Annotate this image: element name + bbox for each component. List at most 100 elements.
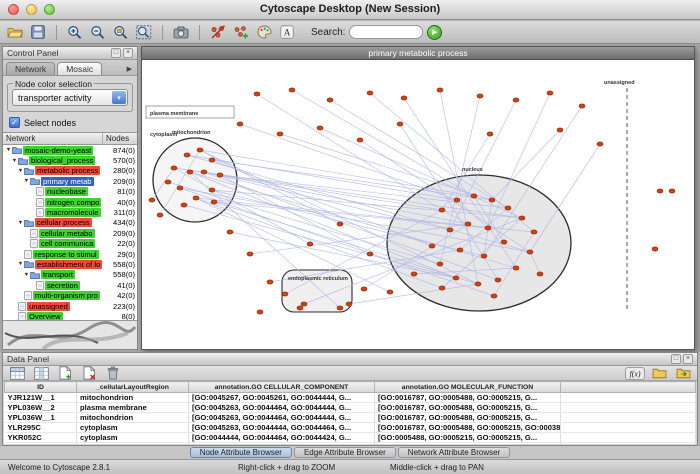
network-window-titlebar[interactable]: primary metabolic process: [142, 47, 694, 60]
document-icon: [30, 229, 38, 238]
table-row[interactable]: YPL036W__1mitochondrion[GO:0045263, GO:0…: [5, 413, 696, 423]
clear-attributes-icon[interactable]: [103, 364, 123, 383]
tree-row[interactable]: ▼biological_process570(0): [3, 155, 137, 165]
tab-mosaic[interactable]: Mosaic: [57, 62, 102, 75]
table-cell[interactable]: mitochondrion: [77, 413, 189, 423]
column-header[interactable]: annotation.GO MOLECULAR_FUNCTION: [375, 382, 561, 393]
table-cell[interactable]: mitochondrion: [77, 443, 189, 445]
column-header[interactable]: annotation.GO CELLULAR_COMPONENT: [189, 382, 375, 393]
network-overview-thumbnail[interactable]: [3, 320, 137, 349]
column-header[interactable]: _cellularLayoutRegion: [77, 382, 189, 393]
table-row[interactable]: YDR039C__1mitochondrion[GO:0044444, GO:0…: [5, 443, 696, 445]
tree-row[interactable]: unassigned223(0): [3, 301, 137, 311]
tree-row[interactable]: secretion41(0): [3, 280, 137, 290]
tree-row[interactable]: response to stimul29(0): [3, 249, 137, 259]
network-canvas[interactable]: plasma membranecytoplasmmitochondrionnuc…: [142, 60, 694, 349]
tab-network-attribute-browser[interactable]: Network Attribute Browser: [398, 447, 510, 458]
table-cell[interactable]: cytoplasm: [77, 423, 189, 433]
table-cell[interactable]: [GO:0045263, GO:0044464, GO:0044444, G..…: [189, 403, 375, 413]
table-cell[interactable]: plasma membrane: [77, 403, 189, 413]
table-cell[interactable]: [GO:0045263, GO:0044444, GO:0044464, G..…: [189, 423, 375, 433]
table-cell[interactable]: [GO:0044444, GO:0044464, GO:0044424, G..…: [189, 433, 375, 443]
tree-column-network[interactable]: Network: [3, 133, 103, 144]
expand-arrow-icon[interactable]: ▼: [17, 168, 24, 174]
open-session-icon[interactable]: [5, 23, 25, 42]
table-row[interactable]: YJR121W__1mitochondrion[GO:0045267, GO:0…: [5, 393, 696, 403]
zoom-in-icon[interactable]: [65, 23, 85, 42]
table-cell[interactable]: YPL036W__1: [5, 413, 77, 423]
search-go-button[interactable]: ▶: [427, 25, 442, 40]
node-color-dropdown[interactable]: transporter activity ▾: [12, 89, 128, 106]
table-cell[interactable]: [GO:0016787, GO:0005488, GO:0005215, G..…: [375, 403, 561, 413]
tab-overflow-arrow-icon[interactable]: ▶: [127, 65, 134, 75]
expand-arrow-icon[interactable]: ▼: [17, 220, 24, 226]
expand-arrow-icon[interactable]: ▼: [23, 178, 30, 184]
tree-row[interactable]: nucleobase81(0): [3, 187, 137, 197]
table-row[interactable]: YLR295Ccytoplasm[GO:0045263, GO:0044444,…: [5, 423, 696, 433]
table-cell[interactable]: [GO:0016787, GO:0005488, GO:0005215, GO:…: [375, 423, 561, 433]
table-cell[interactable]: [GO:0044444, GO:0044464, GO:0044444, G..…: [189, 443, 375, 445]
expand-arrow-icon[interactable]: ▼: [5, 147, 12, 153]
tree-row[interactable]: cellular metabo209(0): [3, 228, 137, 238]
table-row[interactable]: YKR052Ccytoplasm[GO:0044444, GO:0044464,…: [5, 433, 696, 443]
table-cell[interactable]: [GO:0045267, GO:0045261, GO:0044444, G..…: [189, 393, 375, 403]
delete-attribute-icon[interactable]: [79, 364, 99, 383]
tree-row[interactable]: ▼transport558(0): [3, 270, 137, 280]
document-icon: [36, 208, 44, 217]
tab-edge-attribute-browser[interactable]: Edge Attribute Browser: [294, 447, 396, 458]
float-data-panel-icon[interactable]: □: [671, 354, 681, 364]
tab-network[interactable]: Network: [6, 62, 55, 75]
column-header[interactable]: ID: [5, 382, 77, 393]
tree-row[interactable]: cell communica22(0): [3, 239, 137, 249]
create-network-from-selection-icon[interactable]: [231, 23, 251, 42]
table-cell[interactable]: YLR295C: [5, 423, 77, 433]
tree-row[interactable]: ▼cellular process434(0): [3, 218, 137, 228]
snapshot-icon[interactable]: [171, 23, 191, 42]
table-cell[interactable]: YPL036W__2: [5, 403, 77, 413]
select-nodes-checkbox[interactable]: ✓: [9, 117, 20, 128]
table-cell[interactable]: [GO:0016787, GO:0005488, GO:0005215, G..…: [375, 393, 561, 403]
tree-column-nodes[interactable]: Nodes: [103, 133, 137, 144]
vizmapper-icon[interactable]: [254, 23, 274, 42]
expand-arrow-icon[interactable]: ▼: [23, 272, 30, 278]
tab-node-attribute-browser[interactable]: Node Attribute Browser: [190, 447, 292, 458]
create-attribute-icon[interactable]: [55, 364, 75, 383]
zoom-selected-icon[interactable]: [111, 23, 131, 42]
table-cell[interactable]: YKR052C: [5, 433, 77, 443]
select-all-attributes-icon[interactable]: [31, 364, 51, 383]
zoom-fit-icon[interactable]: [134, 23, 154, 42]
table-cell[interactable]: YDR039C__1: [5, 443, 77, 445]
hide-selected-icon[interactable]: [208, 23, 228, 42]
import-attributes-icon[interactable]: [649, 364, 669, 383]
formula-builder-button[interactable]: f(x): [625, 364, 645, 383]
table-cell[interactable]: cytoplasm: [77, 433, 189, 443]
expand-arrow-icon[interactable]: ▼: [11, 158, 18, 164]
table-cell[interactable]: [GO:0016787, GO:0005488, GO:0005215, G..…: [375, 443, 561, 445]
close-data-panel-icon[interactable]: ×: [683, 354, 693, 364]
tree-row[interactable]: multi-organism pro42(0): [3, 290, 137, 300]
zoom-out-icon[interactable]: [88, 23, 108, 42]
document-icon: [30, 239, 38, 248]
select-attributes-icon[interactable]: [7, 364, 27, 383]
table-cell[interactable]: mitochondrion: [77, 393, 189, 403]
window-titlebar[interactable]: Cytoscape Desktop (New Session): [0, 0, 700, 20]
table-cell[interactable]: [GO:0045263, GO:0044464, GO:0044444, G..…: [189, 413, 375, 423]
tree-row[interactable]: ▼mosaic-demo-yeast874(0): [3, 145, 137, 155]
table-cell[interactable]: [GO:0016787, GO:0005488, GO:0005215, G..…: [375, 413, 561, 423]
tree-row[interactable]: nitrogen compo40(0): [3, 197, 137, 207]
tree-row[interactable]: ▼metabolic process280(0): [3, 166, 137, 176]
float-panel-icon[interactable]: □: [111, 48, 121, 58]
table-row[interactable]: YPL036W__2plasma membrane[GO:0045263, GO…: [5, 403, 696, 413]
save-session-icon[interactable]: [28, 23, 48, 42]
table-cell[interactable]: [GO:0005488, GO:0005215, GO:0005215, G..…: [375, 433, 561, 443]
search-input[interactable]: [349, 25, 423, 39]
tree-row[interactable]: ▼establishment of lo558(0): [3, 259, 137, 269]
table-cell[interactable]: YJR121W__1: [5, 393, 77, 403]
export-attributes-icon[interactable]: [673, 364, 693, 383]
close-panel-icon[interactable]: ×: [123, 48, 133, 58]
tree-node-count: 558(0): [111, 270, 135, 279]
tree-row[interactable]: macromolecule311(0): [3, 207, 137, 217]
annotation-icon[interactable]: A: [277, 23, 297, 42]
expand-arrow-icon[interactable]: ▼: [17, 261, 24, 267]
tree-row[interactable]: ▼primary metab209(0): [3, 176, 137, 186]
